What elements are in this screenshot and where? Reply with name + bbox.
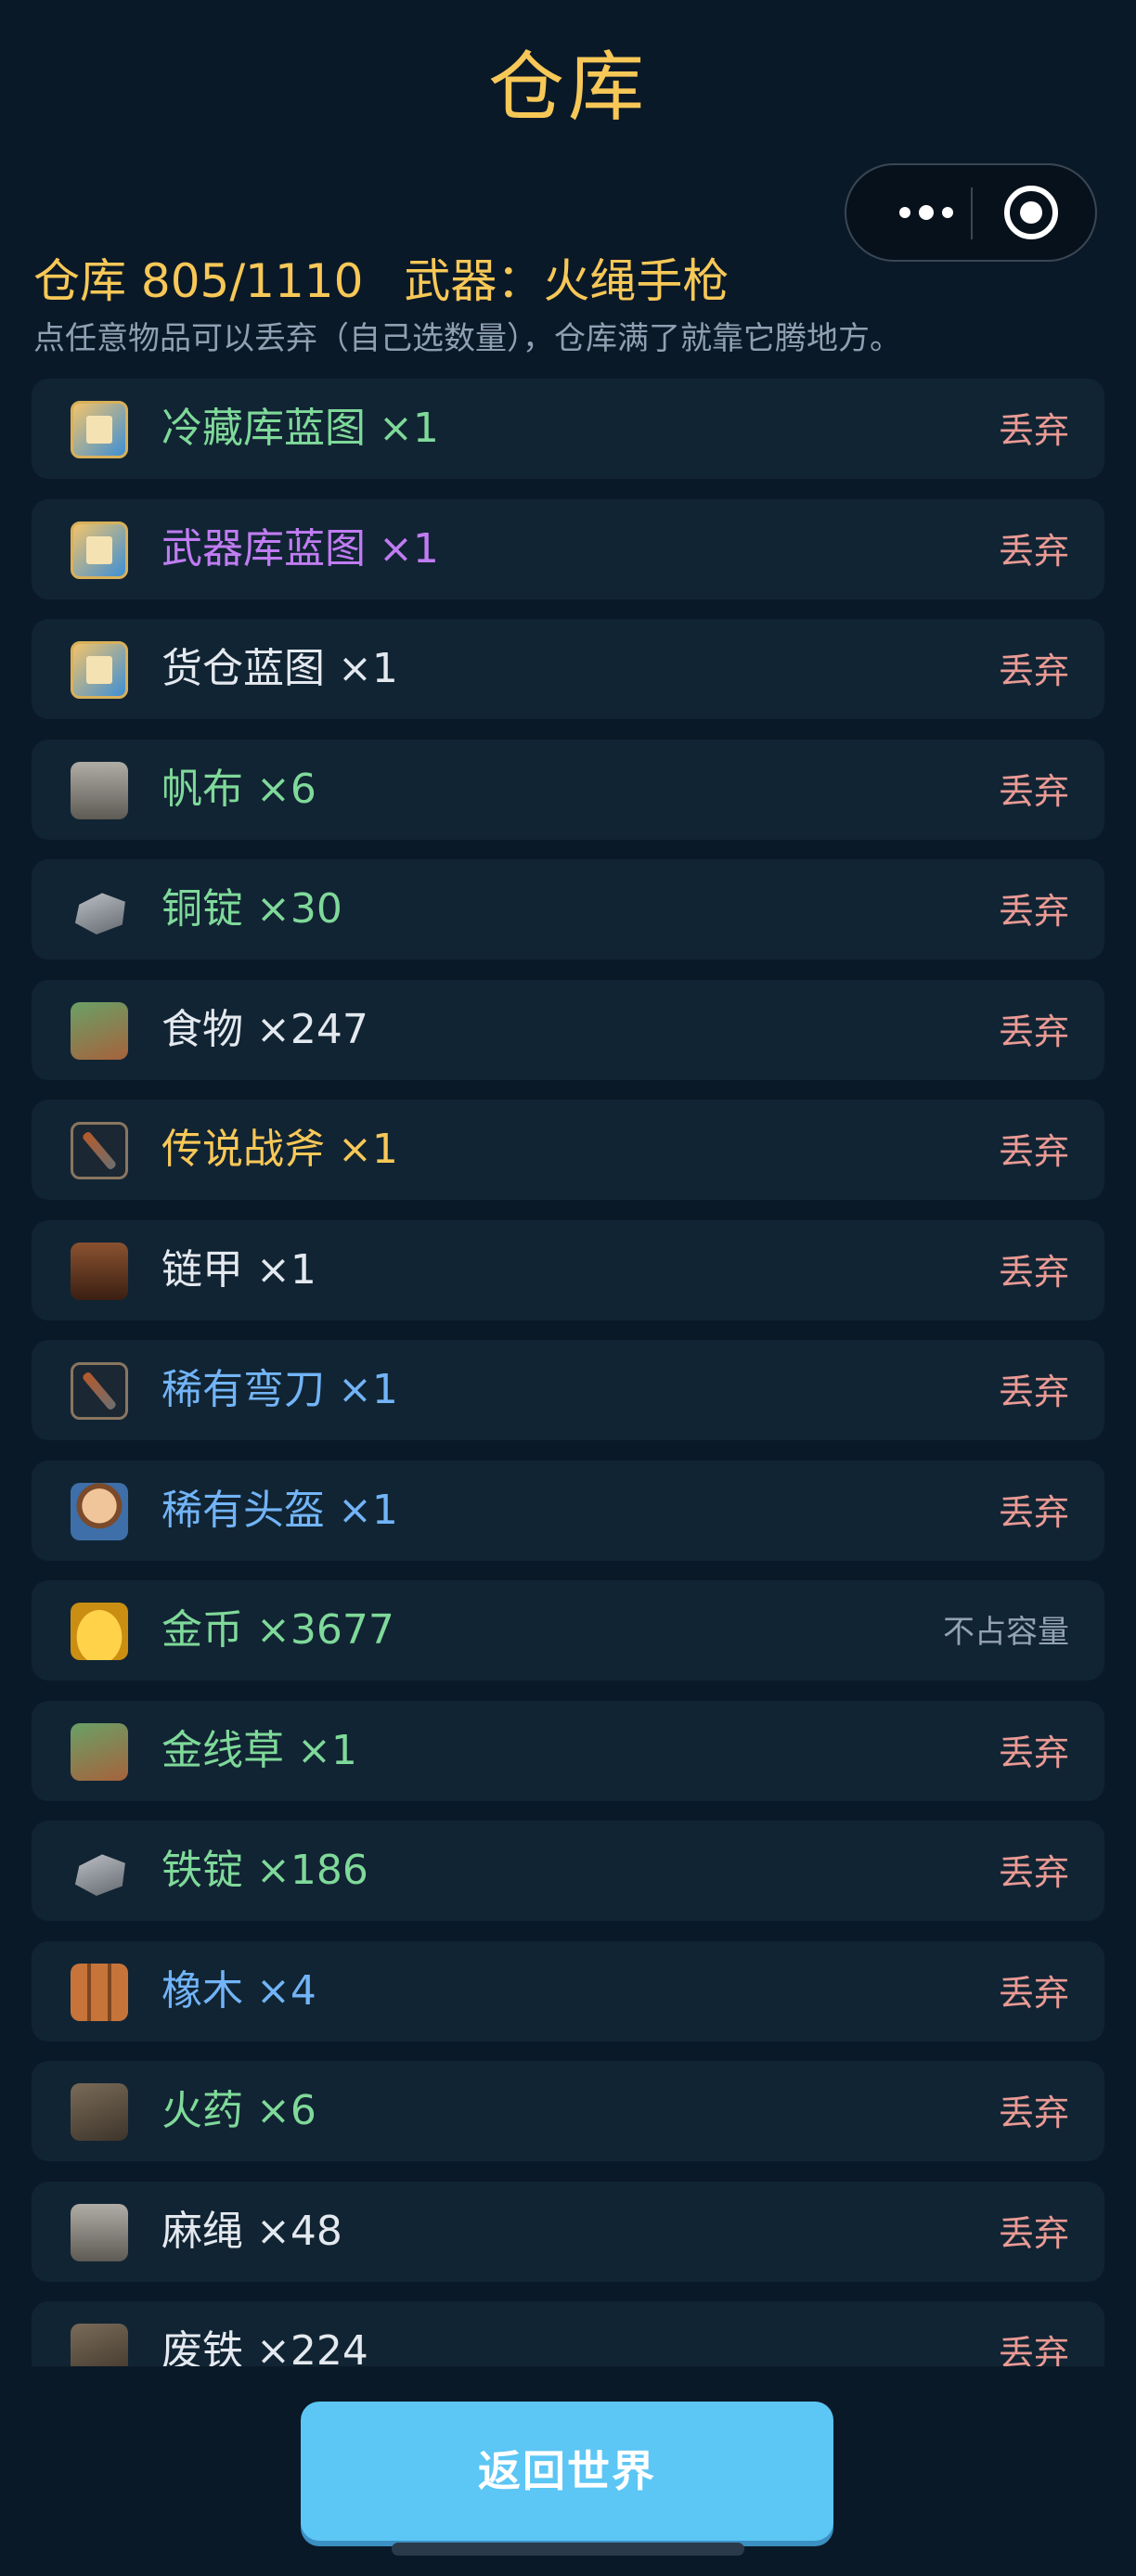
discard-button[interactable]: 丢弃: [999, 1340, 1069, 1440]
item-name: 橡木 ×4: [161, 1966, 316, 2015]
hint-text: 点任意物品可以丢弃（自己选数量），仓库满了就靠它腾地方。: [33, 320, 901, 357]
list-item[interactable]: 武器库蓝图 ×1 丢弃: [32, 498, 1104, 599]
blueprint-scroll-icon: [71, 521, 128, 579]
item-name: 废铁 ×224: [161, 2327, 368, 2366]
battle-axe-icon: [71, 1122, 128, 1179]
discard-button[interactable]: 丢弃: [999, 379, 1069, 479]
item-name: 金币 ×3677: [161, 1606, 394, 1654]
discard-button[interactable]: 丢弃: [999, 1220, 1069, 1320]
discard-button[interactable]: 丢弃: [999, 1941, 1069, 2041]
discard-button[interactable]: 丢弃: [999, 619, 1069, 719]
list-item[interactable]: 食物 ×247 丢弃: [32, 979, 1104, 1080]
chain-armor-icon: [71, 1242, 128, 1300]
list-item[interactable]: 铜锭 ×30 丢弃: [32, 859, 1104, 960]
herb-bag-icon: [71, 1722, 128, 1781]
item-name: 链甲 ×1: [161, 1245, 316, 1294]
list-item[interactable]: 麻绳 ×48 丢弃: [32, 2181, 1104, 2282]
blueprint-scroll-icon: [71, 401, 128, 458]
discard-button[interactable]: 丢弃: [999, 980, 1069, 1080]
warehouse-stats: 仓库 805/1110 武器：火绳手枪: [33, 249, 729, 314]
discard-button[interactable]: 丢弃: [999, 1461, 1069, 1561]
capacity-text: 仓库 805/1110: [33, 254, 364, 308]
item-name: 铜锭 ×30: [161, 885, 342, 933]
list-item[interactable]: 金线草 ×1 丢弃: [32, 1700, 1104, 1801]
item-name: 铁锭 ×186: [161, 1847, 368, 1894]
item-list[interactable]: 冷藏库蓝图 ×1 丢弃 武器库蓝图 ×1 丢弃 货仓蓝图 ×1 丢弃 帆布 ×6 丢弃 铜锭 ×…: [32, 379, 1104, 2366]
item-name: 稀有头盔 ×1: [161, 1486, 398, 1534]
discard-button[interactable]: 丢弃: [999, 1701, 1069, 1801]
item-name: 冷藏库蓝图 ×1: [161, 405, 439, 452]
list-item[interactable]: 传说战斧 ×1 丢弃: [32, 1100, 1104, 1200]
rope-roll-icon: [71, 2203, 128, 2261]
list-item[interactable]: 铁锭 ×186 丢弃: [32, 1821, 1104, 1921]
item-name: 食物 ×247: [161, 1005, 368, 1053]
wood-logs-icon: [71, 1963, 128, 2021]
return-world-button[interactable]: 返回世界: [301, 2402, 833, 2541]
scrap-iron-icon: [71, 2324, 128, 2366]
discard-button[interactable]: 丢弃: [999, 2301, 1069, 2366]
no-capacity-label: 不占容量: [943, 1614, 1069, 1651]
capsule-divider: [971, 187, 973, 239]
item-name: 传说战斧 ×1: [161, 1126, 398, 1173]
page-title: 仓库: [487, 44, 648, 132]
item-name: 金线草 ×1: [161, 1726, 357, 1774]
ingot-icon: [74, 893, 125, 935]
item-name: 麻绳 ×48: [161, 2207, 342, 2255]
list-item[interactable]: 火药 ×6 丢弃: [32, 2061, 1104, 2161]
home-indicator: [392, 2543, 744, 2556]
list-item[interactable]: 冷藏库蓝图 ×1 丢弃: [32, 379, 1104, 479]
item-name: 火药 ×6: [161, 2087, 316, 2134]
list-item[interactable]: 废铁 ×224 丢弃: [32, 2301, 1104, 2366]
gunpowder-sack-icon: [71, 2083, 128, 2141]
more-dots-icon[interactable]: [880, 165, 973, 260]
food-bag-icon: [71, 1001, 128, 1060]
blueprint-scroll-icon: [71, 641, 128, 699]
list-item[interactable]: 货仓蓝图 ×1 丢弃: [32, 619, 1104, 719]
canvas-roll-icon: [71, 761, 128, 819]
scimitar-icon: [71, 1362, 128, 1420]
discard-button[interactable]: 丢弃: [999, 859, 1069, 960]
item-name: 稀有弯刀 ×1: [161, 1366, 398, 1413]
list-item[interactable]: 帆布 ×6 丢弃: [32, 739, 1104, 840]
gold-coins-icon: [71, 1603, 128, 1660]
discard-button[interactable]: 丢弃: [999, 2182, 1069, 2282]
item-name: 帆布 ×6: [161, 765, 316, 813]
list-item[interactable]: 稀有弯刀 ×1 丢弃: [32, 1340, 1104, 1440]
discard-button[interactable]: 丢弃: [999, 1821, 1069, 1921]
item-name: 货仓蓝图 ×1: [161, 645, 398, 692]
discard-button[interactable]: 丢弃: [999, 499, 1069, 599]
ingot-icon: [74, 1854, 125, 1897]
discard-button[interactable]: 丢弃: [999, 1100, 1069, 1200]
sailor-avatar-icon: [71, 1482, 128, 1540]
mini-program-capsule: [845, 163, 1097, 262]
target-icon[interactable]: [1004, 186, 1058, 239]
list-item[interactable]: 链甲 ×1 丢弃: [32, 1219, 1104, 1320]
discard-button[interactable]: 丢弃: [999, 740, 1069, 840]
list-item[interactable]: 橡木 ×4 丢弃: [32, 1940, 1104, 2041]
list-item[interactable]: 金币 ×3677 不占容量: [32, 1580, 1104, 1681]
weapon-text: 武器：火绳手枪: [404, 254, 729, 308]
list-item[interactable]: 稀有头盔 ×1 丢弃: [32, 1460, 1104, 1561]
item-name: 武器库蓝图 ×1: [161, 524, 439, 573]
discard-button[interactable]: 丢弃: [999, 2061, 1069, 2161]
